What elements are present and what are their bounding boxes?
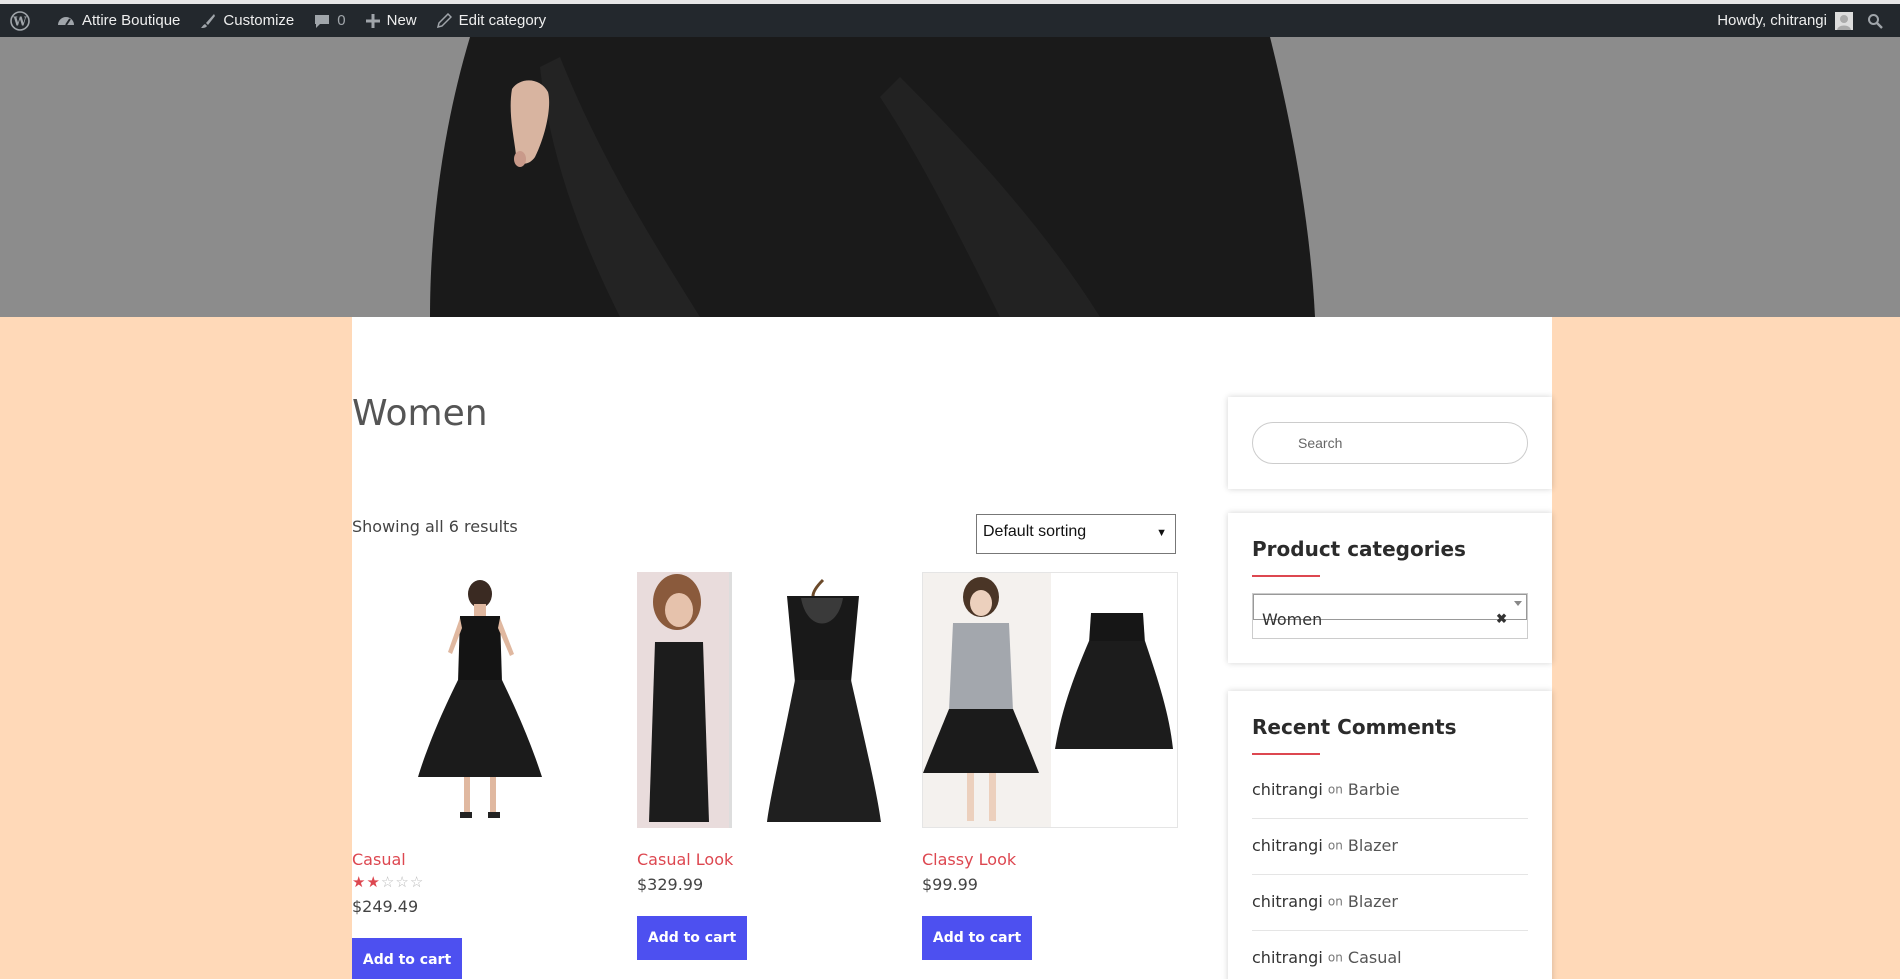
comment-post-link[interactable]: Blazer [1348, 836, 1398, 855]
product-price: $99.99 [922, 875, 978, 894]
product-price: $249.49 [352, 897, 419, 916]
dropdown-arrow-icon [1514, 601, 1522, 606]
comment-author[interactable]: chitrangi [1252, 948, 1323, 967]
wordpress-logo-icon[interactable]: W [0, 4, 47, 37]
dashboard-icon [58, 16, 74, 26]
edit-category-label: Edit category [458, 12, 547, 29]
product-card: Classy Look $99.99 Add to cart [922, 572, 1178, 960]
star-filled-icon: ★ [366, 874, 381, 891]
customize-label: Customize [223, 12, 295, 29]
comment-item: chitrangi on Barbie [1252, 763, 1528, 819]
comment-item: chitrangi on Casual [1252, 931, 1528, 979]
comment-on-label: on [1327, 782, 1343, 797]
customize-link[interactable]: Customize [190, 4, 304, 37]
categories-title: Product categories [1252, 537, 1466, 561]
star-empty-icon: ☆ [409, 874, 425, 891]
comment-post-link[interactable]: Barbie [1348, 780, 1400, 799]
comments-count: 0 [337, 12, 346, 29]
product-price: $329.99 [637, 875, 704, 894]
category-select[interactable]: Women ✖ [1252, 593, 1528, 639]
title-underline [1252, 753, 1320, 755]
star-filled-icon: ★ [352, 874, 367, 891]
main-content: Women Showing all 6 results Default sort… [352, 317, 1552, 979]
product-card: Casual ★★☆☆☆ $249.49 Add to cart [352, 572, 608, 979]
edit-category-link[interactable]: Edit category [427, 4, 557, 37]
comment-post-link[interactable]: Blazer [1348, 892, 1398, 911]
comment-item: chitrangi on Blazer [1252, 819, 1528, 875]
product-image[interactable] [352, 572, 608, 828]
product-card: Casual Look $329.99 Add to cart [637, 572, 893, 960]
search-input[interactable]: Search [1252, 422, 1528, 464]
comments-link[interactable]: 0 [304, 4, 355, 37]
sorting-value: Default sorting [983, 523, 1087, 540]
header-hero-image [0, 37, 1900, 317]
product-categories-widget: Product categories Women ✖ [1228, 513, 1552, 663]
recent-comments-widget: Recent Comments chitrangi on Barbie chit… [1228, 691, 1552, 979]
comment-on-label: on [1327, 894, 1343, 909]
star-empty-icon: ☆ [395, 874, 410, 891]
avatar [1835, 11, 1853, 30]
site-name-label: Attire Boutique [82, 12, 181, 29]
result-count: Showing all 6 results [352, 517, 518, 536]
pencil-icon [436, 13, 452, 28]
search-placeholder: Search [1298, 435, 1343, 451]
product-title[interactable]: Casual Look [637, 850, 893, 869]
add-to-cart-button[interactable]: Add to cart [922, 916, 1032, 960]
star-rating: ★★☆☆☆ [352, 875, 608, 891]
product-title[interactable]: Classy Look [922, 850, 1178, 869]
title-underline [1252, 575, 1320, 577]
comment-item: chitrangi on Blazer [1252, 875, 1528, 931]
plus-icon [365, 13, 380, 28]
new-label: New [386, 12, 417, 29]
category-select-value: Women [1262, 610, 1323, 629]
product-image[interactable] [922, 572, 1178, 828]
product-title[interactable]: Casual [352, 850, 608, 869]
search-widget: Search [1228, 397, 1552, 489]
add-to-cart-button[interactable]: Add to cart [352, 938, 462, 979]
recent-comments-title: Recent Comments [1252, 715, 1457, 739]
comment-author[interactable]: chitrangi [1252, 836, 1323, 855]
chevron-down-icon: ▼ [1156, 527, 1167, 539]
admin-search-icon[interactable] [1859, 4, 1900, 37]
site-name-link[interactable]: Attire Boutique [47, 4, 190, 37]
howdy-label: Howdy, chitrangi [1717, 12, 1827, 29]
comment-author[interactable]: chitrangi [1252, 892, 1323, 911]
star-empty-icon: ☆ [380, 874, 396, 891]
admin-bar: W Attire Boutique Customize 0 New Edit c… [0, 0, 1900, 37]
add-to-cart-button[interactable]: Add to cart [637, 916, 747, 960]
account-menu[interactable]: Howdy, chitrangi [1707, 4, 1859, 37]
product-image[interactable] [637, 572, 893, 828]
comment-on-label: on [1327, 950, 1343, 965]
brush-icon [201, 13, 216, 28]
svg-text:W: W [12, 14, 27, 28]
page-title: Women [352, 393, 488, 434]
comment-post-link[interactable]: Casual [1348, 948, 1402, 967]
sorting-select[interactable]: Default sorting ▼ [976, 514, 1176, 554]
comment-on-label: on [1327, 838, 1343, 853]
new-content-link[interactable]: New [356, 4, 427, 37]
clear-selection-icon[interactable]: ✖ [1496, 611, 1507, 627]
comment-bubble-icon [315, 14, 330, 28]
comment-author[interactable]: chitrangi [1252, 780, 1323, 799]
